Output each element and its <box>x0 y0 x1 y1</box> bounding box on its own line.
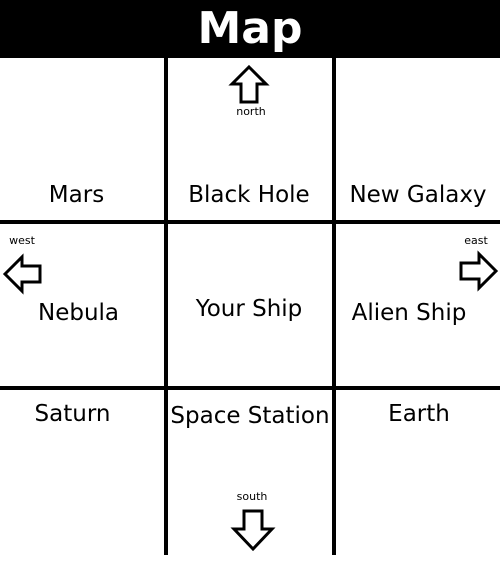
grid-line-horizontal-bottom <box>0 386 500 390</box>
location-your-ship: Your Ship <box>195 296 303 322</box>
location-mars: Mars <box>48 182 105 208</box>
location-earth: Earth <box>388 401 450 427</box>
grid-line-horizontal-top <box>0 220 500 224</box>
arrow-down-icon[interactable] <box>230 508 276 552</box>
location-space-station: Space Station <box>170 403 330 429</box>
location-saturn: Saturn <box>34 401 111 427</box>
south-label: south <box>236 490 268 503</box>
west-label: west <box>9 234 35 247</box>
location-alien-ship: Alien Ship <box>351 300 467 326</box>
location-nebula: Nebula <box>37 300 120 326</box>
east-label: east <box>464 234 488 247</box>
north-label: north <box>236 105 266 118</box>
map-title: Map <box>197 3 303 54</box>
location-new-galaxy: New Galaxy <box>349 182 487 208</box>
arrow-right-icon[interactable] <box>457 250 499 292</box>
location-black-hole: Black Hole <box>188 182 310 208</box>
arrow-up-icon[interactable] <box>228 64 270 106</box>
arrow-left-icon[interactable] <box>2 253 44 295</box>
